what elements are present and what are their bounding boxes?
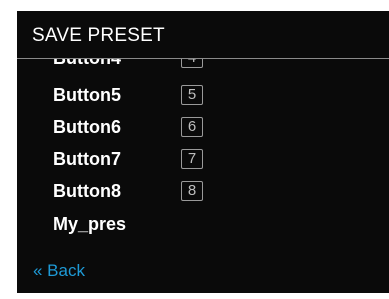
preset-number-badge: 5 bbox=[181, 85, 203, 105]
preset-label: Button6 bbox=[53, 116, 121, 137]
preset-list[interactable]: Button4 4 Button5 5 Button6 6 Button7 7 … bbox=[17, 59, 389, 259]
dialog-title: SAVE PRESET bbox=[32, 25, 165, 46]
preset-number-badge: 7 bbox=[181, 149, 203, 169]
list-item[interactable]: My_pres bbox=[53, 209, 181, 239]
preset-label: Button8 bbox=[53, 180, 121, 201]
preset-label: Button4 bbox=[53, 59, 181, 69]
preset-label: Button7 bbox=[53, 148, 121, 169]
preset-label: Button5 bbox=[53, 84, 121, 105]
list-item[interactable]: Button5 5 bbox=[53, 80, 203, 110]
preset-number-badge: 4 bbox=[181, 59, 203, 68]
save-preset-panel: SAVE PRESET Button4 4 Button5 5 Button6 … bbox=[17, 11, 389, 293]
list-item[interactable]: Button4 4 bbox=[53, 59, 203, 73]
preset-number-badge: 6 bbox=[181, 117, 203, 137]
list-item[interactable]: Button6 6 bbox=[53, 112, 203, 142]
list-item[interactable]: Button8 8 bbox=[53, 176, 203, 206]
preset-number-badge: 8 bbox=[181, 181, 203, 201]
list-item[interactable]: Button7 7 bbox=[53, 144, 203, 174]
back-link[interactable]: « Back bbox=[33, 261, 85, 281]
preset-label: My_pres bbox=[53, 213, 127, 234]
